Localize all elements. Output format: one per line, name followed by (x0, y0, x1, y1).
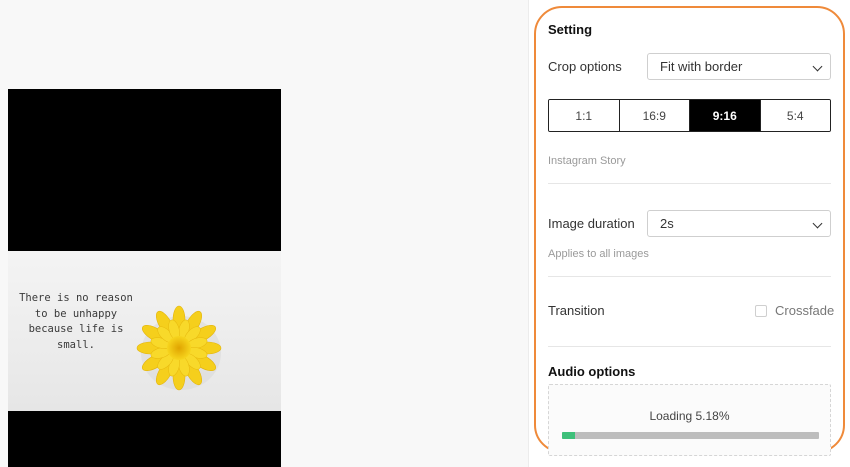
preview-image: There is no reason to be unhappy because… (8, 251, 281, 411)
chevron-down-icon (812, 218, 823, 229)
loading-progress-bar (562, 432, 819, 439)
crop-options-select[interactable]: Fit with border (647, 53, 831, 80)
video-preview: There is no reason to be unhappy because… (8, 89, 281, 467)
loading-progress-fill (562, 432, 576, 439)
preview-quote-text: There is no reason to be unhappy because… (19, 292, 133, 351)
crossfade-checkbox[interactable] (755, 305, 767, 317)
loading-status-text: Loading 5.18% (649, 409, 730, 423)
crop-options-label: Crop options (548, 59, 622, 74)
aspect-ratio-group: 1:1 16:9 9:16 5:4 (548, 99, 831, 132)
image-duration-label: Image duration (548, 216, 635, 231)
image-duration-select[interactable]: 2s (647, 210, 831, 237)
yellow-flower-icon (136, 305, 222, 391)
chevron-down-icon (812, 61, 823, 72)
divider (548, 276, 831, 277)
image-duration-value: 2s (660, 216, 674, 231)
settings-title: Setting (548, 22, 593, 37)
divider (548, 183, 831, 184)
ratio-button-9-16[interactable]: 9:16 (690, 100, 761, 131)
transition-label: Transition (548, 303, 605, 318)
preset-hint: Instagram Story (548, 155, 626, 167)
audio-options-title: Audio options (548, 364, 636, 379)
divider (548, 346, 831, 347)
image-duration-hint: Applies to all images (548, 248, 649, 260)
audio-upload-box[interactable]: Loading 5.18% (548, 384, 831, 456)
crop-options-value: Fit with border (660, 59, 743, 74)
ratio-button-16-9[interactable]: 16:9 (619, 100, 690, 131)
ratio-button-1-1[interactable]: 1:1 (549, 100, 620, 131)
ratio-button-5-4[interactable]: 5:4 (760, 100, 830, 131)
crossfade-label[interactable]: Crossfade (775, 303, 834, 318)
